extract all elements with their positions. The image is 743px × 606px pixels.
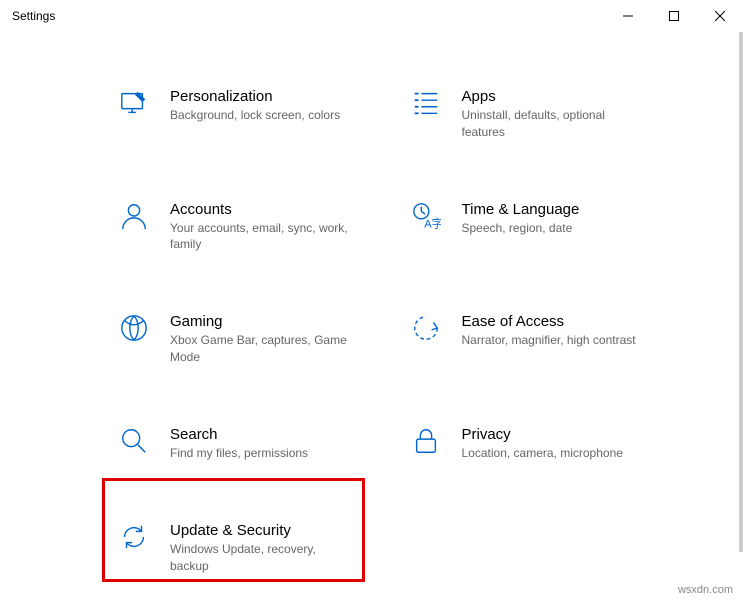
category-desc: Find my files, permissions bbox=[170, 445, 356, 462]
scrollbar[interactable] bbox=[739, 32, 743, 552]
category-ease-of-access[interactable]: Ease of Access Narrator, magnifier, high… bbox=[402, 307, 654, 372]
category-title: Update & Security bbox=[170, 522, 356, 539]
category-title: Personalization bbox=[170, 88, 356, 105]
category-desc: Location, camera, microphone bbox=[462, 445, 648, 462]
window-title: Settings bbox=[12, 9, 55, 23]
category-title: Gaming bbox=[170, 313, 356, 330]
category-title: Apps bbox=[462, 88, 648, 105]
category-desc: Your accounts, email, sync, work, family bbox=[170, 220, 356, 254]
maximize-icon bbox=[669, 11, 679, 21]
category-title: Privacy bbox=[462, 426, 648, 443]
category-desc: Windows Update, recovery, backup bbox=[170, 541, 356, 575]
titlebar: Settings bbox=[0, 0, 743, 32]
category-desc: Uninstall, defaults, optional features bbox=[462, 107, 648, 141]
category-desc: Speech, region, date bbox=[462, 220, 648, 237]
accounts-icon bbox=[116, 201, 152, 237]
category-time-language[interactable]: A字 Time & Language Speech, region, date bbox=[402, 195, 654, 260]
minimize-icon bbox=[623, 11, 633, 21]
window-controls bbox=[605, 0, 743, 32]
category-title: Time & Language bbox=[462, 201, 648, 218]
maximize-button[interactable] bbox=[651, 0, 697, 32]
apps-icon bbox=[408, 88, 444, 124]
category-search[interactable]: Search Find my files, permissions bbox=[110, 420, 362, 468]
category-update-security[interactable]: Update & Security Windows Update, recove… bbox=[110, 516, 362, 581]
category-desc: Narrator, magnifier, high contrast bbox=[462, 332, 648, 349]
category-apps[interactable]: Apps Uninstall, defaults, optional featu… bbox=[402, 82, 654, 147]
category-privacy[interactable]: Privacy Location, camera, microphone bbox=[402, 420, 654, 468]
category-desc: Background, lock screen, colors bbox=[170, 107, 356, 124]
minimize-button[interactable] bbox=[605, 0, 651, 32]
privacy-icon bbox=[408, 426, 444, 462]
time-language-icon: A字 bbox=[408, 201, 444, 237]
category-title: Search bbox=[170, 426, 356, 443]
update-security-icon bbox=[116, 522, 152, 558]
close-button[interactable] bbox=[697, 0, 743, 32]
personalization-icon bbox=[116, 88, 152, 124]
category-title: Ease of Access bbox=[462, 313, 648, 330]
gaming-icon bbox=[116, 313, 152, 349]
category-gaming[interactable]: Gaming Xbox Game Bar, captures, Game Mod… bbox=[110, 307, 362, 372]
category-accounts[interactable]: Accounts Your accounts, email, sync, wor… bbox=[110, 195, 362, 260]
search-icon bbox=[116, 426, 152, 462]
ease-of-access-icon bbox=[408, 313, 444, 349]
category-title: Accounts bbox=[170, 201, 356, 218]
svg-text:A字: A字 bbox=[424, 216, 441, 230]
category-personalization[interactable]: Personalization Background, lock screen,… bbox=[110, 82, 362, 147]
close-icon bbox=[715, 11, 725, 21]
watermark: wsxdn.com bbox=[678, 584, 733, 596]
category-desc: Xbox Game Bar, captures, Game Mode bbox=[170, 332, 356, 366]
settings-categories: Personalization Background, lock screen,… bbox=[0, 32, 743, 600]
